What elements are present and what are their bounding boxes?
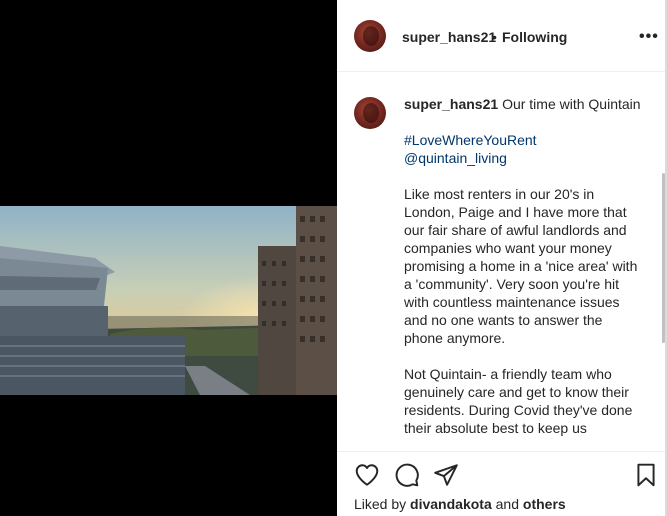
post-photo — [0, 206, 337, 395]
separator-dot: • — [492, 29, 497, 45]
caption-paragraph-2: Not Quintain- a friendly team who genuin… — [404, 366, 633, 436]
share-icon[interactable] — [433, 462, 459, 488]
mention-link[interactable]: @quintain_living — [404, 149, 644, 167]
more-options-icon[interactable]: ••• — [639, 28, 659, 46]
caption-area: super_hans21 Our time with Quintain #Lov… — [337, 73, 665, 451]
caption-scrollbar[interactable] — [662, 173, 665, 343]
post-dialog: super_hans21 • Following ••• super_hans2… — [0, 0, 667, 516]
caption-username[interactable]: super_hans21 — [404, 96, 498, 112]
caption-text: super_hans21 Our time with Quintain #Lov… — [404, 95, 644, 437]
likes-joiner: and — [495, 496, 519, 512]
caption-paragraph-1: Like most renters in our 20's in London,… — [404, 186, 638, 346]
heart-icon[interactable] — [354, 462, 380, 488]
city-sunset-image — [0, 206, 337, 395]
post-sidebar: super_hans21 • Following ••• super_hans2… — [337, 0, 665, 516]
comment-icon[interactable] — [394, 462, 420, 488]
likes-summary: Liked by divandakota and others — [354, 496, 566, 512]
avatar[interactable] — [354, 20, 386, 52]
liked-by-user[interactable]: divandakota — [410, 496, 492, 512]
caption-title: Our time with Quintain — [502, 96, 641, 112]
hashtag-link[interactable]: #LoveWhereYouRent — [404, 131, 644, 149]
post-header: super_hans21 • Following ••• — [337, 0, 665, 72]
likes-others-link[interactable]: others — [523, 496, 566, 512]
likes-prefix: Liked by — [354, 496, 407, 512]
bookmark-icon[interactable] — [633, 462, 659, 488]
action-bar: Liked by divandakota and others — [337, 451, 665, 516]
header-username[interactable]: super_hans21 — [402, 29, 496, 45]
caption-avatar[interactable] — [354, 97, 386, 129]
post-media[interactable] — [0, 0, 337, 516]
following-button[interactable]: Following — [502, 29, 567, 45]
